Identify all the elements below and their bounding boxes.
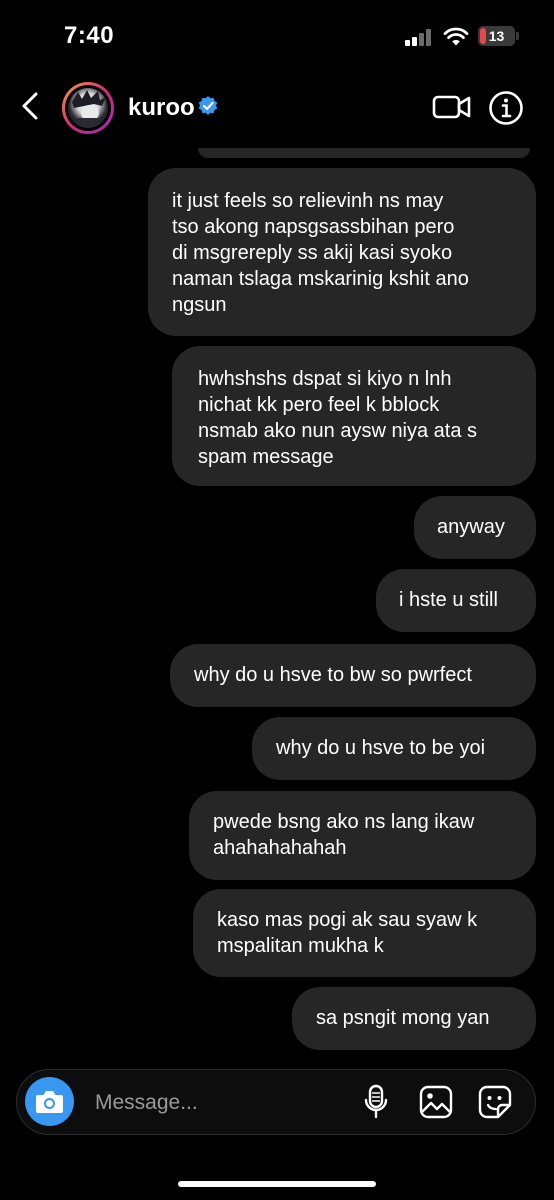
home-indicator[interactable]: [178, 1181, 376, 1187]
message-bubble[interactable]: hwhshshs dspat si kiyo n lnh nichat kk p…: [172, 346, 536, 486]
verified-badge-icon: [198, 96, 218, 115]
battery-percentage: 13: [488, 28, 505, 44]
message-composer: [16, 1069, 536, 1135]
message-thread[interactable]: it just feels so relievinh ns may tso ak…: [0, 148, 554, 1058]
info-icon[interactable]: [488, 90, 524, 126]
chevron-left-icon[interactable]: [14, 86, 46, 126]
message-bubble[interactable]: i hste u still: [376, 569, 536, 632]
chat-header: kuroo: [0, 70, 554, 148]
microphone-icon[interactable]: [363, 1084, 389, 1120]
message-bubble[interactable]: why do u hsve to be yoi: [252, 717, 536, 780]
message-bubble[interactable]: kaso mas pogi ak sau syaw k mspalitan mu…: [193, 889, 536, 977]
camera-icon: [36, 1091, 63, 1113]
message-bubble[interactable]: pwede bsng ako ns lang ikaw ahahahahahah: [189, 791, 536, 880]
message-input[interactable]: [93, 1087, 347, 1119]
message-bubble[interactable]: anyway: [414, 496, 536, 559]
battery-cap: [516, 32, 519, 40]
wifi-icon: [443, 27, 469, 46]
sticker-icon[interactable]: [477, 1084, 513, 1120]
message-bubble[interactable]: why do u hsve to bw so pwrfect: [170, 644, 536, 707]
battery-icon: 13: [478, 26, 515, 46]
status-bar: 7:40 13: [0, 0, 554, 70]
username[interactable]: kuroo: [128, 94, 195, 122]
avatar[interactable]: [62, 82, 114, 134]
cellular-signal-icon: [405, 28, 435, 46]
profile-photo: [68, 88, 108, 128]
message-bubble[interactable]: it just feels so relievinh ns may tso ak…: [148, 168, 536, 336]
message-bubble[interactable]: sa psngit mong yan: [292, 987, 536, 1050]
video-camera-icon[interactable]: [432, 92, 472, 122]
camera-button[interactable]: [25, 1077, 74, 1126]
clock-time: 7:40: [64, 22, 115, 49]
message-bubble-partial: [198, 148, 530, 158]
image-gallery-icon[interactable]: [418, 1084, 454, 1120]
